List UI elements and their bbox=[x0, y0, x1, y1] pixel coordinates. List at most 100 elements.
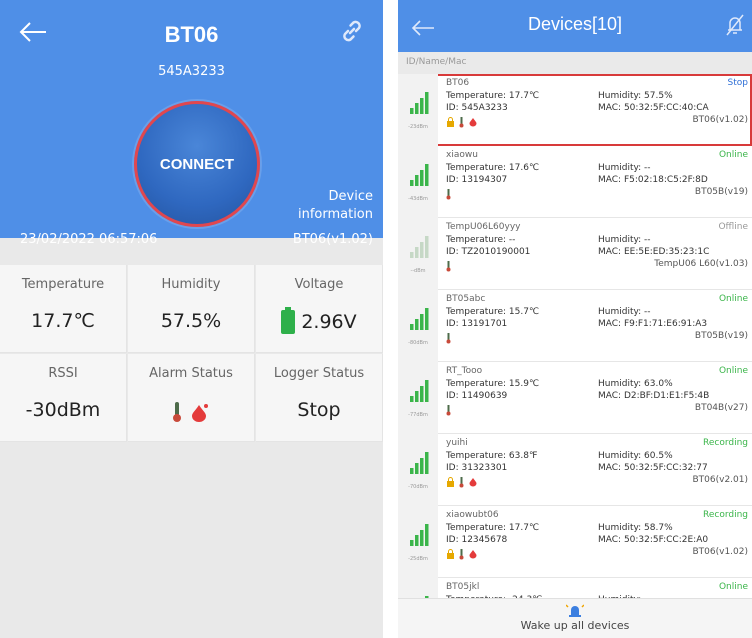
device-temperature: Temperature: 17.7℃ bbox=[446, 523, 540, 533]
device-rssi: -43dBm bbox=[408, 196, 428, 202]
device-information-link[interactable]: Device information bbox=[283, 188, 373, 224]
alarm-status-cell: Alarm Status bbox=[128, 354, 255, 442]
device-name: xiaowubt06 bbox=[446, 510, 499, 520]
thermometer-icon bbox=[459, 548, 464, 559]
logger-status-cell: Logger Status Stop bbox=[256, 354, 383, 442]
device-alert-icons bbox=[446, 476, 479, 488]
humidity-value: 57.5% bbox=[160, 310, 222, 332]
rssi-value: -30dBm bbox=[25, 399, 101, 421]
device-version: BT05B(v19) bbox=[694, 331, 748, 341]
link-icon[interactable] bbox=[339, 18, 365, 44]
signal-strength: -25dBm bbox=[398, 506, 438, 578]
rssi-cell: RSSI -30dBm bbox=[0, 354, 127, 442]
wake-up-all-label: Wake up all devices bbox=[520, 619, 630, 632]
signal-strength: -77dBm bbox=[398, 362, 438, 434]
device-name: yuihi bbox=[446, 438, 468, 448]
device-status: Online bbox=[718, 294, 748, 304]
device-status: Recording bbox=[702, 438, 748, 448]
humidity-cell: Humidity 57.5% bbox=[128, 265, 255, 353]
bell-off-icon[interactable] bbox=[724, 12, 746, 38]
voltage-value: 2.96V bbox=[301, 311, 357, 333]
device-alert-icons bbox=[446, 548, 479, 560]
device-version: BT05B(v19) bbox=[694, 187, 748, 197]
device-title: BT06 bbox=[164, 22, 219, 47]
device-id: ID: 13194307 bbox=[446, 175, 508, 185]
thermometer-icon bbox=[446, 260, 451, 271]
device-alert-icons bbox=[446, 332, 451, 344]
rssi-label: RSSI bbox=[48, 366, 78, 381]
voltage-cell: Voltage 2.96V bbox=[256, 265, 383, 353]
device-rssi: -77dBm bbox=[408, 412, 428, 418]
temperature-cell: Temperature 17.7℃ bbox=[0, 265, 127, 353]
device-rssi: -70dBm bbox=[408, 484, 428, 490]
thermometer-icon bbox=[446, 188, 451, 199]
bell-icon bbox=[566, 604, 584, 617]
device-version: TempU06 L60(v1.03) bbox=[654, 259, 748, 269]
signal-strength: --dBm bbox=[398, 218, 438, 290]
device-status: Offline bbox=[718, 222, 748, 232]
device-list-item[interactable]: --dBm TempU06L60yyy Offline Temperature:… bbox=[398, 218, 752, 290]
device-name: xiaowu bbox=[446, 150, 478, 160]
device-humidity: Humidity: 58.7% bbox=[598, 523, 673, 533]
thermometer-icon bbox=[446, 404, 451, 415]
device-id: ID: 13191701 bbox=[446, 319, 508, 329]
device-name: BT05jkl bbox=[446, 582, 480, 592]
device-id: ID: 12345678 bbox=[446, 535, 508, 545]
device-mac: MAC: F5:02:18:C5:2F:8D bbox=[598, 175, 708, 185]
device-list-item[interactable]: -23dBm BT06 Stop Temperature: 17.7℃ Humi… bbox=[398, 74, 752, 146]
device-status: Online bbox=[718, 582, 748, 592]
temperature-value: 17.7℃ bbox=[31, 310, 95, 332]
device-temperature: Temperature: 15.7℃ bbox=[446, 307, 540, 317]
device-rssi: --dBm bbox=[410, 268, 426, 274]
thermometer-icon bbox=[173, 402, 181, 422]
humidity-alarm-icon bbox=[192, 404, 208, 422]
device-status: Stop bbox=[727, 78, 748, 88]
device-list-item[interactable]: -80dBm BT05abc Online Temperature: 15.7℃… bbox=[398, 290, 752, 362]
device-datetime: 23/02/2022 06:57:06 bbox=[20, 232, 158, 247]
device-temperature: Temperature: 15.9℃ bbox=[446, 379, 540, 389]
device-list-item[interactable]: -70dBm yuihi Recording Temperature: 63.8… bbox=[398, 434, 752, 506]
device-humidity: Humidity: -- bbox=[598, 163, 651, 173]
device-mac: MAC: D2:BF:D1:E1:F5:4B bbox=[598, 391, 710, 401]
device-mac: MAC: F9:F1:71:E6:91:A3 bbox=[598, 319, 708, 329]
thermometer-icon bbox=[446, 332, 451, 343]
device-alert-icons bbox=[446, 260, 451, 272]
device-temperature: Temperature: -- bbox=[446, 235, 516, 245]
list-header: Devices[10] bbox=[398, 0, 752, 52]
alarm-status-label: Alarm Status bbox=[149, 366, 233, 381]
device-mac: MAC: 50:32:5F:CC:2E:A0 bbox=[598, 535, 709, 545]
device-list-item[interactable]: -43dBm xiaowu Online Temperature: 17.6℃ … bbox=[398, 146, 752, 218]
humidity-label: Humidity bbox=[161, 277, 221, 292]
device-id: ID: 11490639 bbox=[446, 391, 508, 401]
device-list-item[interactable]: -25dBm xiaowubt06 Recording Temperature:… bbox=[398, 506, 752, 578]
humidity-alarm-icon bbox=[469, 478, 477, 487]
signal-strength: -23dBm bbox=[398, 74, 438, 146]
thermometer-icon bbox=[459, 476, 464, 487]
search-input[interactable]: ID/Name/Mac bbox=[398, 52, 752, 74]
device-id: ID: 31323301 bbox=[446, 463, 508, 473]
device-name: BT05abc bbox=[446, 294, 486, 304]
device-mac: MAC: EE:5E:ED:35:23:1C bbox=[598, 247, 710, 257]
logger-status-label: Logger Status bbox=[273, 366, 365, 381]
humidity-alarm-icon bbox=[469, 118, 477, 127]
device-list-screen: Devices[10] ID/Name/Mac -23dBm BT06 Stop… bbox=[398, 0, 752, 638]
device-version: BT06(v1.02) bbox=[692, 115, 748, 125]
device-name: RT_Tooo bbox=[446, 366, 483, 376]
list-title: Devices[10] bbox=[527, 14, 623, 34]
device-humidity: Humidity: 63.0% bbox=[598, 379, 673, 389]
device-alert-icons bbox=[446, 188, 451, 200]
wake-up-all-button[interactable]: Wake up all devices bbox=[398, 598, 752, 638]
device-status: Recording bbox=[702, 510, 748, 520]
device-list: -23dBm BT06 Stop Temperature: 17.7℃ Humi… bbox=[398, 74, 752, 638]
device-humidity: Humidity: -- bbox=[598, 307, 651, 317]
device-id: ID: TZ2010190001 bbox=[446, 247, 531, 257]
device-version: BT04B(v27) bbox=[694, 403, 748, 413]
connect-button[interactable]: CONNECT bbox=[134, 101, 260, 227]
device-name: TempU06L60yyy bbox=[446, 222, 521, 232]
signal-strength: -70dBm bbox=[398, 434, 438, 506]
detail-header: BT06 545A3233 CONNECT Device information… bbox=[0, 0, 383, 247]
humidity-alarm-icon bbox=[469, 550, 477, 559]
device-list-item[interactable]: -77dBm RT_Tooo Online Temperature: 15.9℃… bbox=[398, 362, 752, 434]
device-version: BT06(v1.02) bbox=[292, 232, 373, 247]
device-version: BT06(v2.01) bbox=[692, 475, 748, 485]
